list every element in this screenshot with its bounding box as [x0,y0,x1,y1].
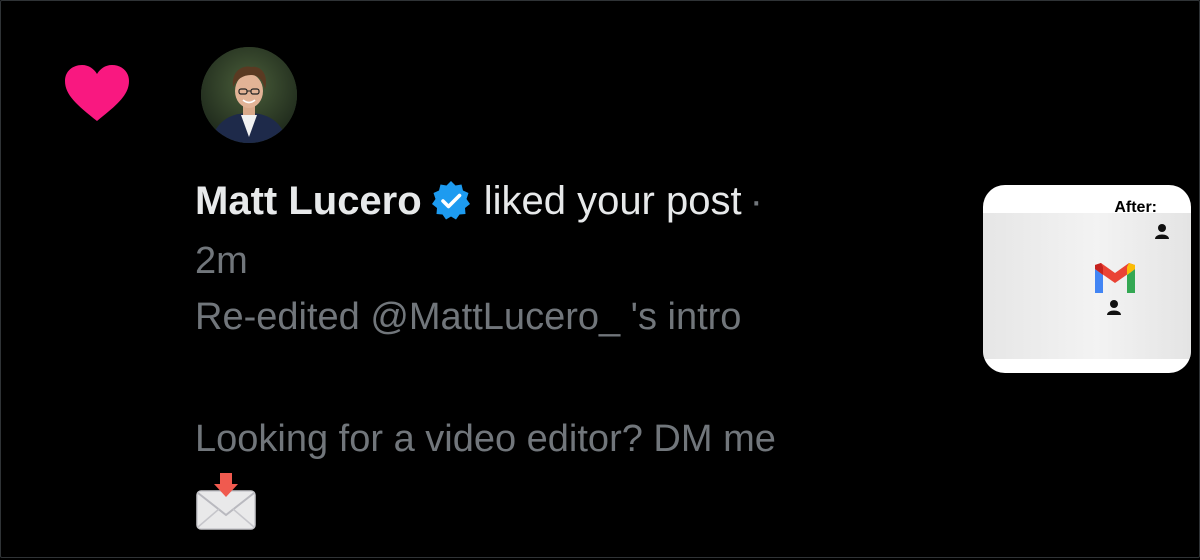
thumbnail-label: After: [1114,199,1157,216]
envelope-with-arrow-icon [196,473,256,530]
timestamp: 2m [195,240,248,282]
separator-dot: · [749,179,763,223]
verified-badge-icon [431,181,470,220]
heart-icon [65,65,129,121]
post-text-line[interactable]: Looking for a video editor? DM me [195,415,776,463]
notification-item[interactable]: Matt Lucero liked your post · 2m Re-edit… [0,0,1200,558]
post-thumbnail[interactable]: After: [983,185,1191,373]
gmail-logo-icon [1095,263,1135,293]
action-text: liked your post [483,179,742,223]
person-icon [1107,300,1121,315]
person-icon [1155,224,1169,239]
author-name[interactable]: Matt Lucero [195,175,422,227]
notification-headline: Matt Lucero liked your post · [195,175,763,227]
avatar-photo [201,47,297,143]
post-text-line[interactable]: Re-edited @MattLucero_ 's intro [195,293,741,341]
avatar[interactable] [201,47,297,143]
